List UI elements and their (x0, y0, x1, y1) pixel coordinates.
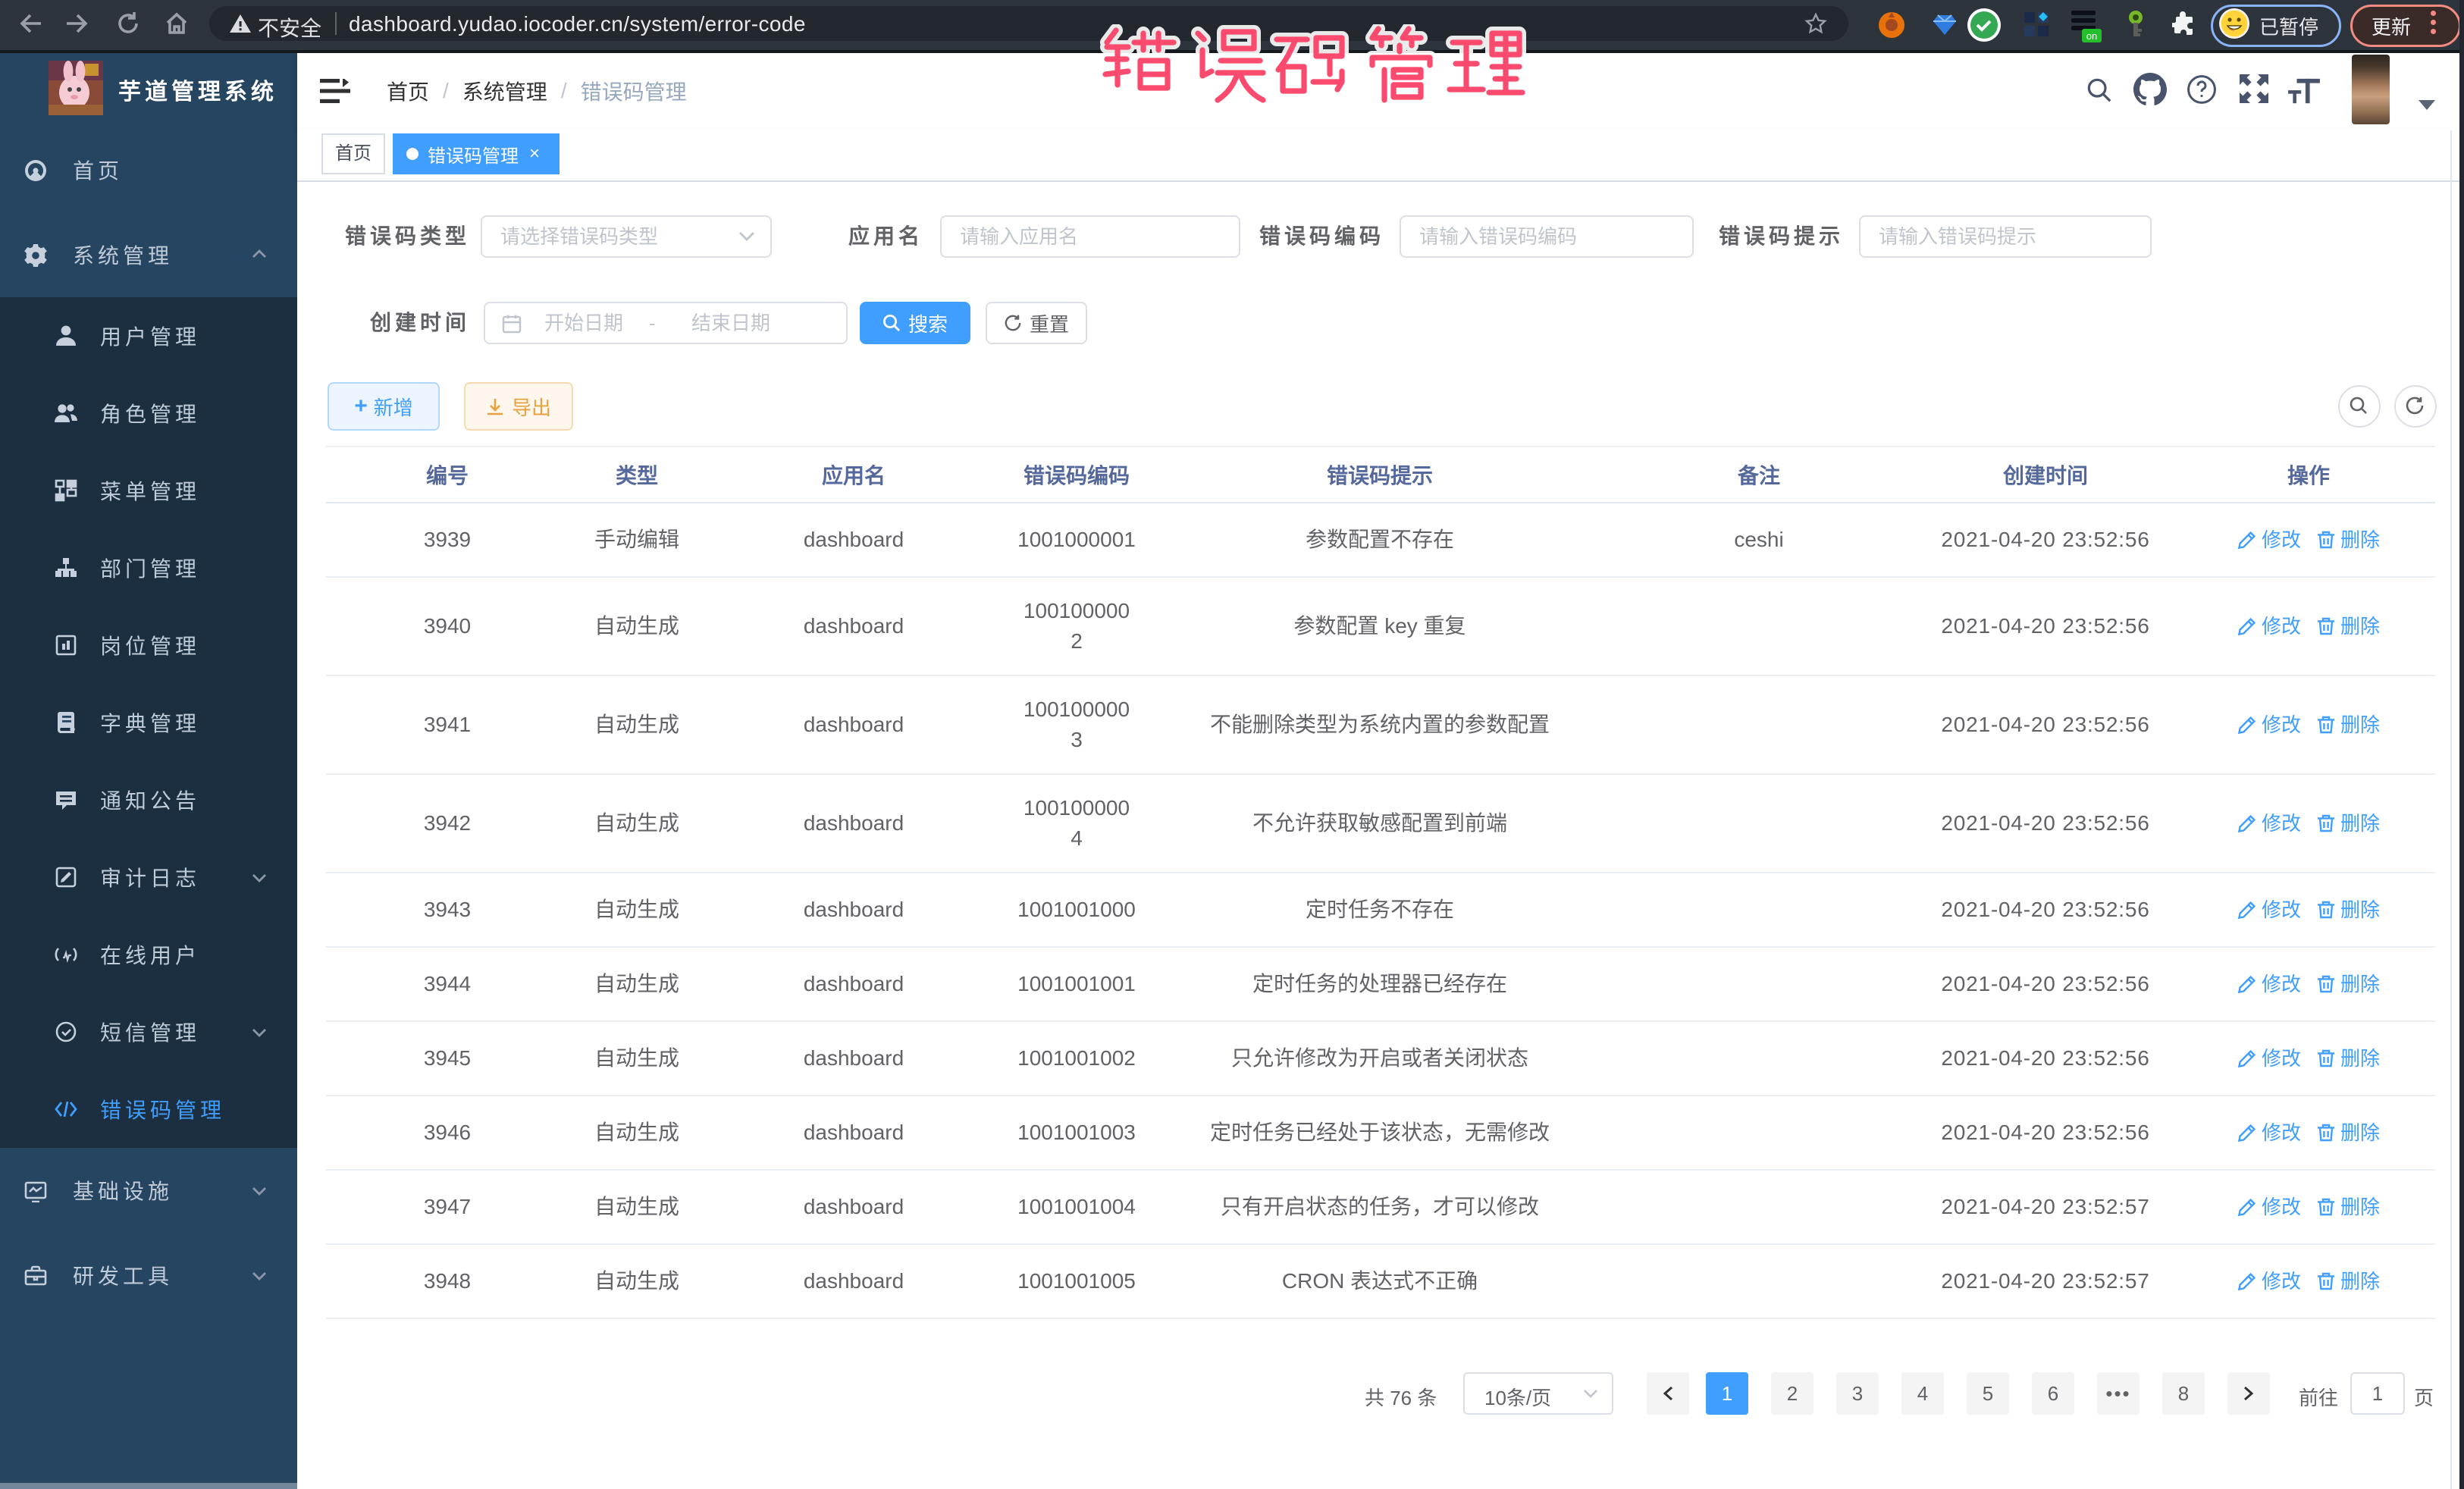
svg-text:on: on (2086, 30, 2097, 42)
